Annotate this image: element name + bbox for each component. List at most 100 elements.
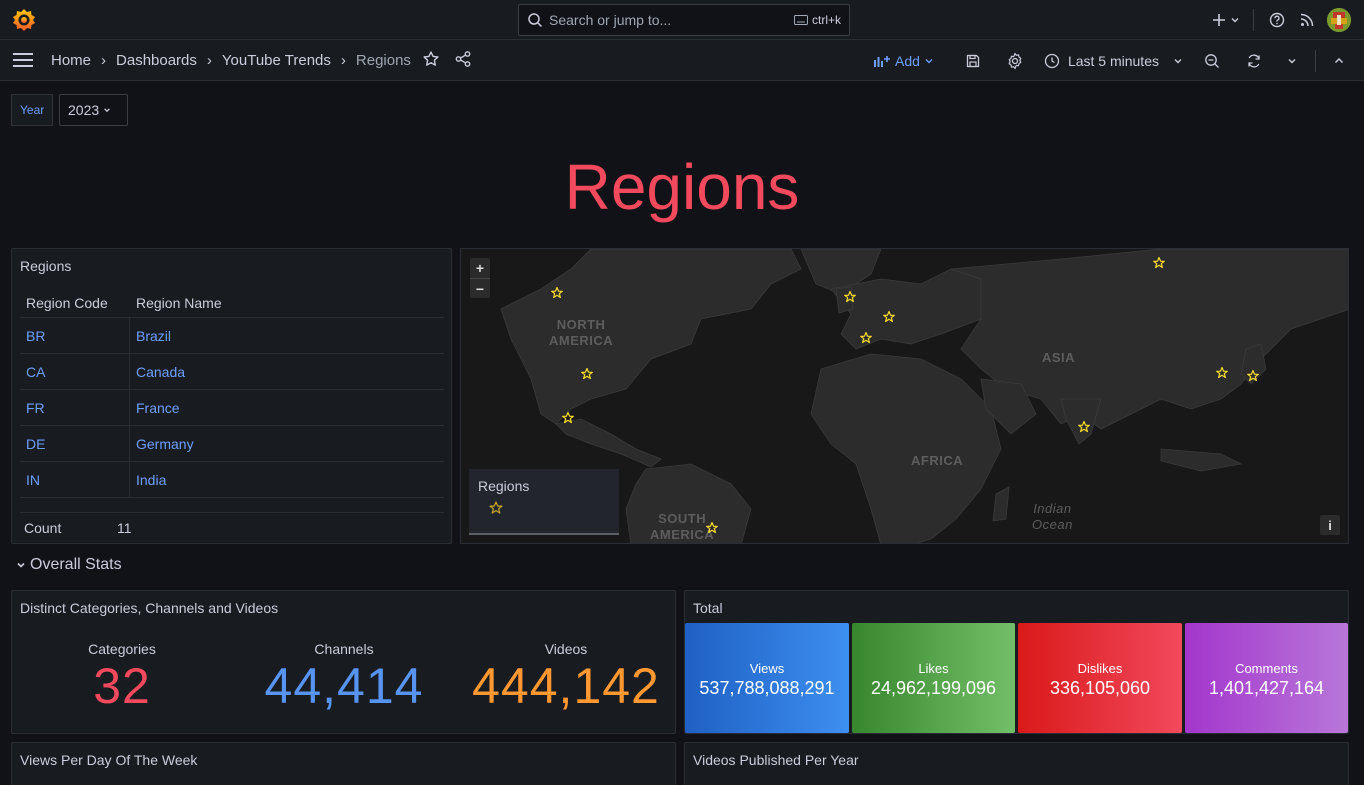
breadcrumb-current: Regions (355, 52, 411, 69)
keyboard-icon (793, 15, 808, 25)
breadcrumb: Home › Dashboards › YouTube Trends › Reg… (51, 40, 411, 81)
regions-table: Region Code Region Name BR Brazil CA Can… (20, 289, 444, 542)
tile-value: 336,105,060 (1049, 678, 1151, 698)
map-marker-star-icon[interactable] (860, 331, 872, 344)
map-zoom-controls: + − (470, 258, 490, 298)
stat-value: 44,414 (264, 658, 424, 714)
views-per-day-panel: Views Per Day Of The Week (11, 742, 676, 785)
region-code-link[interactable]: CA (26, 364, 45, 380)
table-row: DE Germany (20, 426, 444, 462)
region-code-link[interactable]: BR (26, 328, 45, 344)
help-button[interactable] (1264, 6, 1290, 34)
panel-title: Regions (20, 258, 72, 274)
zoom-out-button[interactable]: − (470, 278, 490, 298)
year-variable-select[interactable]: 2023 (59, 94, 128, 126)
stat-label: Categories (88, 641, 156, 657)
avatar (1327, 8, 1351, 32)
chevron-down-icon (17, 562, 25, 568)
tile-label: Dislikes (1077, 661, 1123, 676)
dashboard-nav-bar: Home › Dashboards › YouTube Trends › Reg… (0, 40, 1364, 81)
table-header: Region Code Region Name (20, 289, 444, 318)
panel-title: Videos Published Per Year (693, 752, 859, 768)
chevron-right-icon: › (206, 52, 212, 69)
map-marker-star-icon[interactable] (551, 286, 563, 299)
topbar-actions (1209, 6, 1354, 34)
plus-icon (1213, 14, 1225, 26)
zoom-out-button[interactable] (1199, 48, 1225, 74)
chevron-down-icon (104, 108, 111, 113)
add-button[interactable]: Add (873, 53, 934, 69)
column-header-region-code[interactable]: Region Code (20, 289, 130, 317)
search-icon (528, 13, 543, 28)
star-icon (489, 501, 503, 514)
year-variable-label: Year (11, 94, 54, 126)
add-panel-icon (874, 55, 891, 67)
distinct-counts-panel: Distinct Categories, Channels and Videos… (11, 590, 676, 734)
star-icon[interactable] (422, 50, 440, 68)
map-marker-star-icon[interactable] (883, 310, 895, 323)
chevron-up-icon (1334, 57, 1344, 63)
zoom-out-icon (1205, 53, 1219, 68)
tile-label: Views (749, 661, 785, 676)
breadcrumb-folder[interactable]: YouTube Trends (222, 52, 331, 69)
settings-button[interactable] (1002, 48, 1028, 74)
table-row: BR Brazil (20, 318, 444, 354)
stat-value: 32 (93, 658, 151, 714)
share-icon[interactable] (454, 50, 472, 68)
region-name-link[interactable]: Canada (136, 364, 185, 380)
map-marker-star-icon[interactable] (844, 290, 856, 303)
profile-button[interactable] (1324, 6, 1354, 34)
map-marker-star-icon[interactable] (706, 521, 718, 534)
table-row: CA Canada (20, 354, 444, 390)
region-code-link[interactable]: DE (26, 436, 45, 452)
chevron-down-icon (925, 58, 933, 63)
map-marker-star-icon[interactable] (1153, 256, 1165, 269)
chevron-down-icon (1231, 18, 1239, 23)
map-marker-star-icon[interactable] (1216, 366, 1228, 379)
table-row: IN India (20, 462, 444, 498)
dashboard-heading: Regions (564, 151, 800, 223)
map-legend: Regions (469, 469, 619, 535)
region-name-link[interactable]: India (136, 472, 166, 488)
map-marker-star-icon[interactable] (1247, 369, 1259, 382)
videos-per-year-panel: Videos Published Per Year (684, 742, 1349, 785)
breadcrumb-home[interactable]: Home (51, 52, 91, 69)
stat-label: Channels (314, 641, 374, 657)
new-menu-button[interactable] (1209, 6, 1243, 34)
map-marker-star-icon[interactable] (1078, 420, 1090, 433)
search-shortcut: ctrl+k (793, 13, 841, 27)
news-button[interactable] (1290, 6, 1324, 34)
menu-icon[interactable] (12, 52, 34, 68)
time-range-picker[interactable]: Last 5 minutes (1044, 53, 1183, 69)
footer-label: Count (24, 519, 62, 536)
refresh-interval-dropdown[interactable] (1279, 48, 1305, 74)
divider (1315, 49, 1316, 72)
collapse-toolbar-button[interactable] (1326, 48, 1352, 74)
map-attribution-info-button[interactable]: i (1320, 515, 1340, 535)
region-name-link[interactable]: Germany (136, 436, 194, 452)
regions-map-panel[interactable]: NORTH AMERICA ASIA AFRICA SOUTH AMERICA … (460, 248, 1349, 544)
row-overall-stats[interactable]: Overall Stats (16, 556, 122, 574)
search-input[interactable]: Search or jump to... ctrl+k (518, 4, 850, 36)
map-marker-star-icon[interactable] (581, 367, 593, 380)
chevron-down-icon (1174, 58, 1182, 63)
region-name-link[interactable]: Brazil (136, 328, 171, 344)
region-code-link[interactable]: IN (26, 472, 40, 488)
tile-value: 1,401,427,164 (1208, 678, 1325, 698)
region-name-link[interactable]: France (136, 400, 180, 416)
save-button[interactable] (960, 48, 986, 74)
refresh-button[interactable] (1241, 48, 1267, 74)
grafana-logo-icon[interactable] (11, 7, 37, 33)
column-header-region-name[interactable]: Region Name (130, 295, 222, 311)
dashboard-toolbar: Add Last 5 minutes (873, 40, 1352, 81)
map-marker-star-icon[interactable] (562, 411, 574, 424)
time-range-label: Last 5 minutes (1067, 52, 1159, 69)
breadcrumb-dashboards[interactable]: Dashboards (116, 52, 197, 69)
footer-count: 11 (117, 519, 132, 536)
top-bar: Search or jump to... ctrl+k (0, 0, 1364, 40)
total-likes-tile: Likes 24,962,199,096 (852, 623, 1015, 733)
region-code-link[interactable]: FR (26, 400, 45, 416)
zoom-in-button[interactable]: + (470, 258, 490, 278)
stat-videos: Videos 444,142 (461, 641, 671, 715)
stat-categories: Categories 32 (52, 641, 192, 715)
